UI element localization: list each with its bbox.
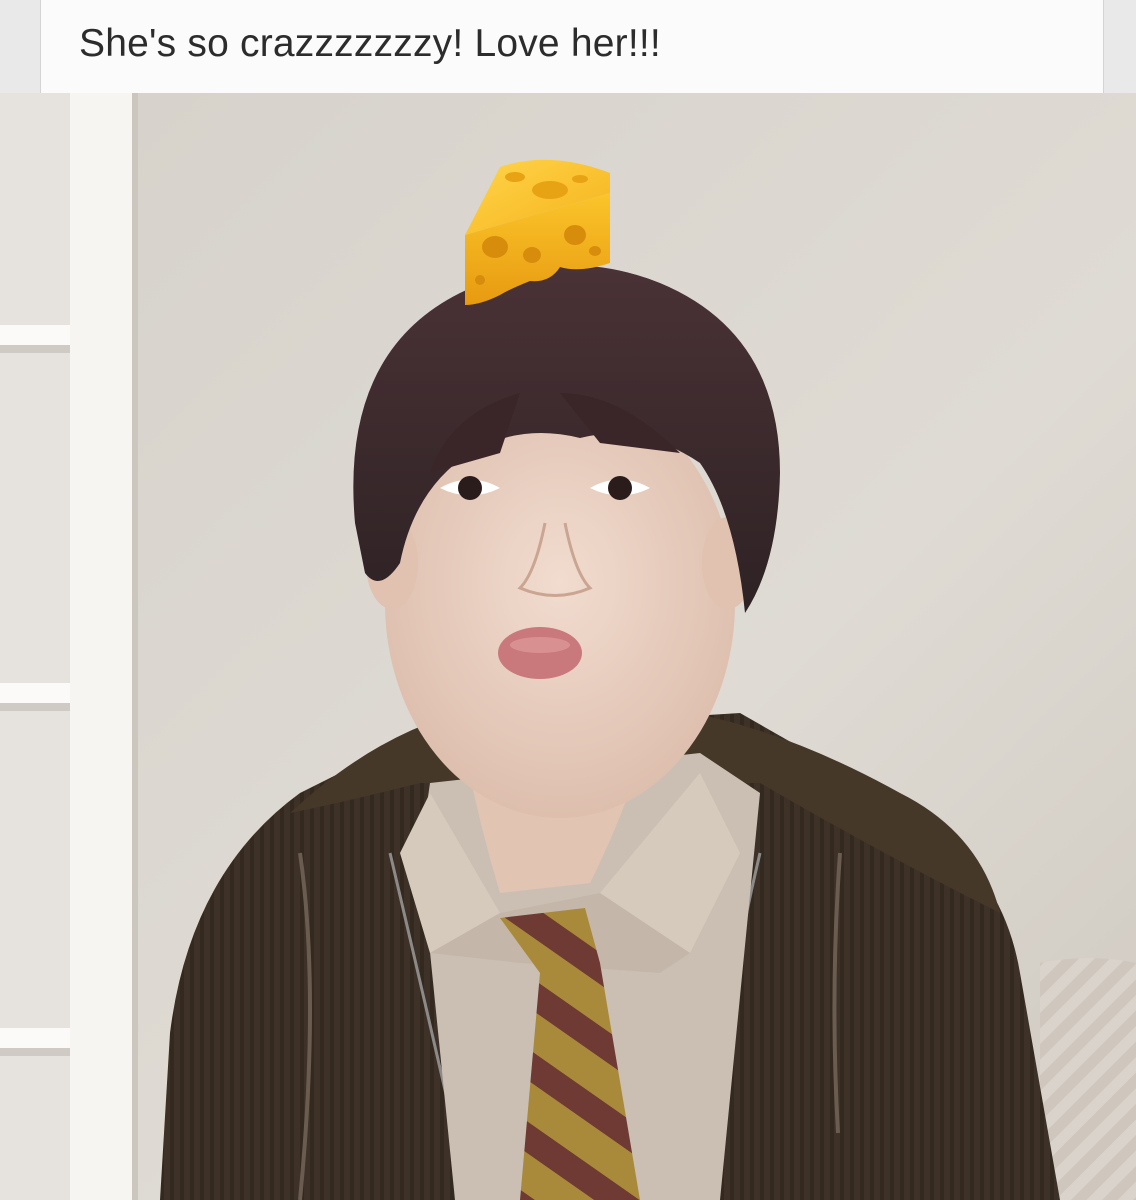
- caption-strip: She's so crazzzzzzzy! Love her!!!: [0, 0, 1136, 93]
- photo: [0, 93, 1136, 1200]
- caption-card: She's so crazzzzzzzy! Love her!!!: [40, 0, 1104, 93]
- bookshelf: [0, 93, 138, 1200]
- sofa: [1040, 958, 1136, 1200]
- caption-text: She's so crazzzzzzzy! Love her!!!: [79, 22, 661, 65]
